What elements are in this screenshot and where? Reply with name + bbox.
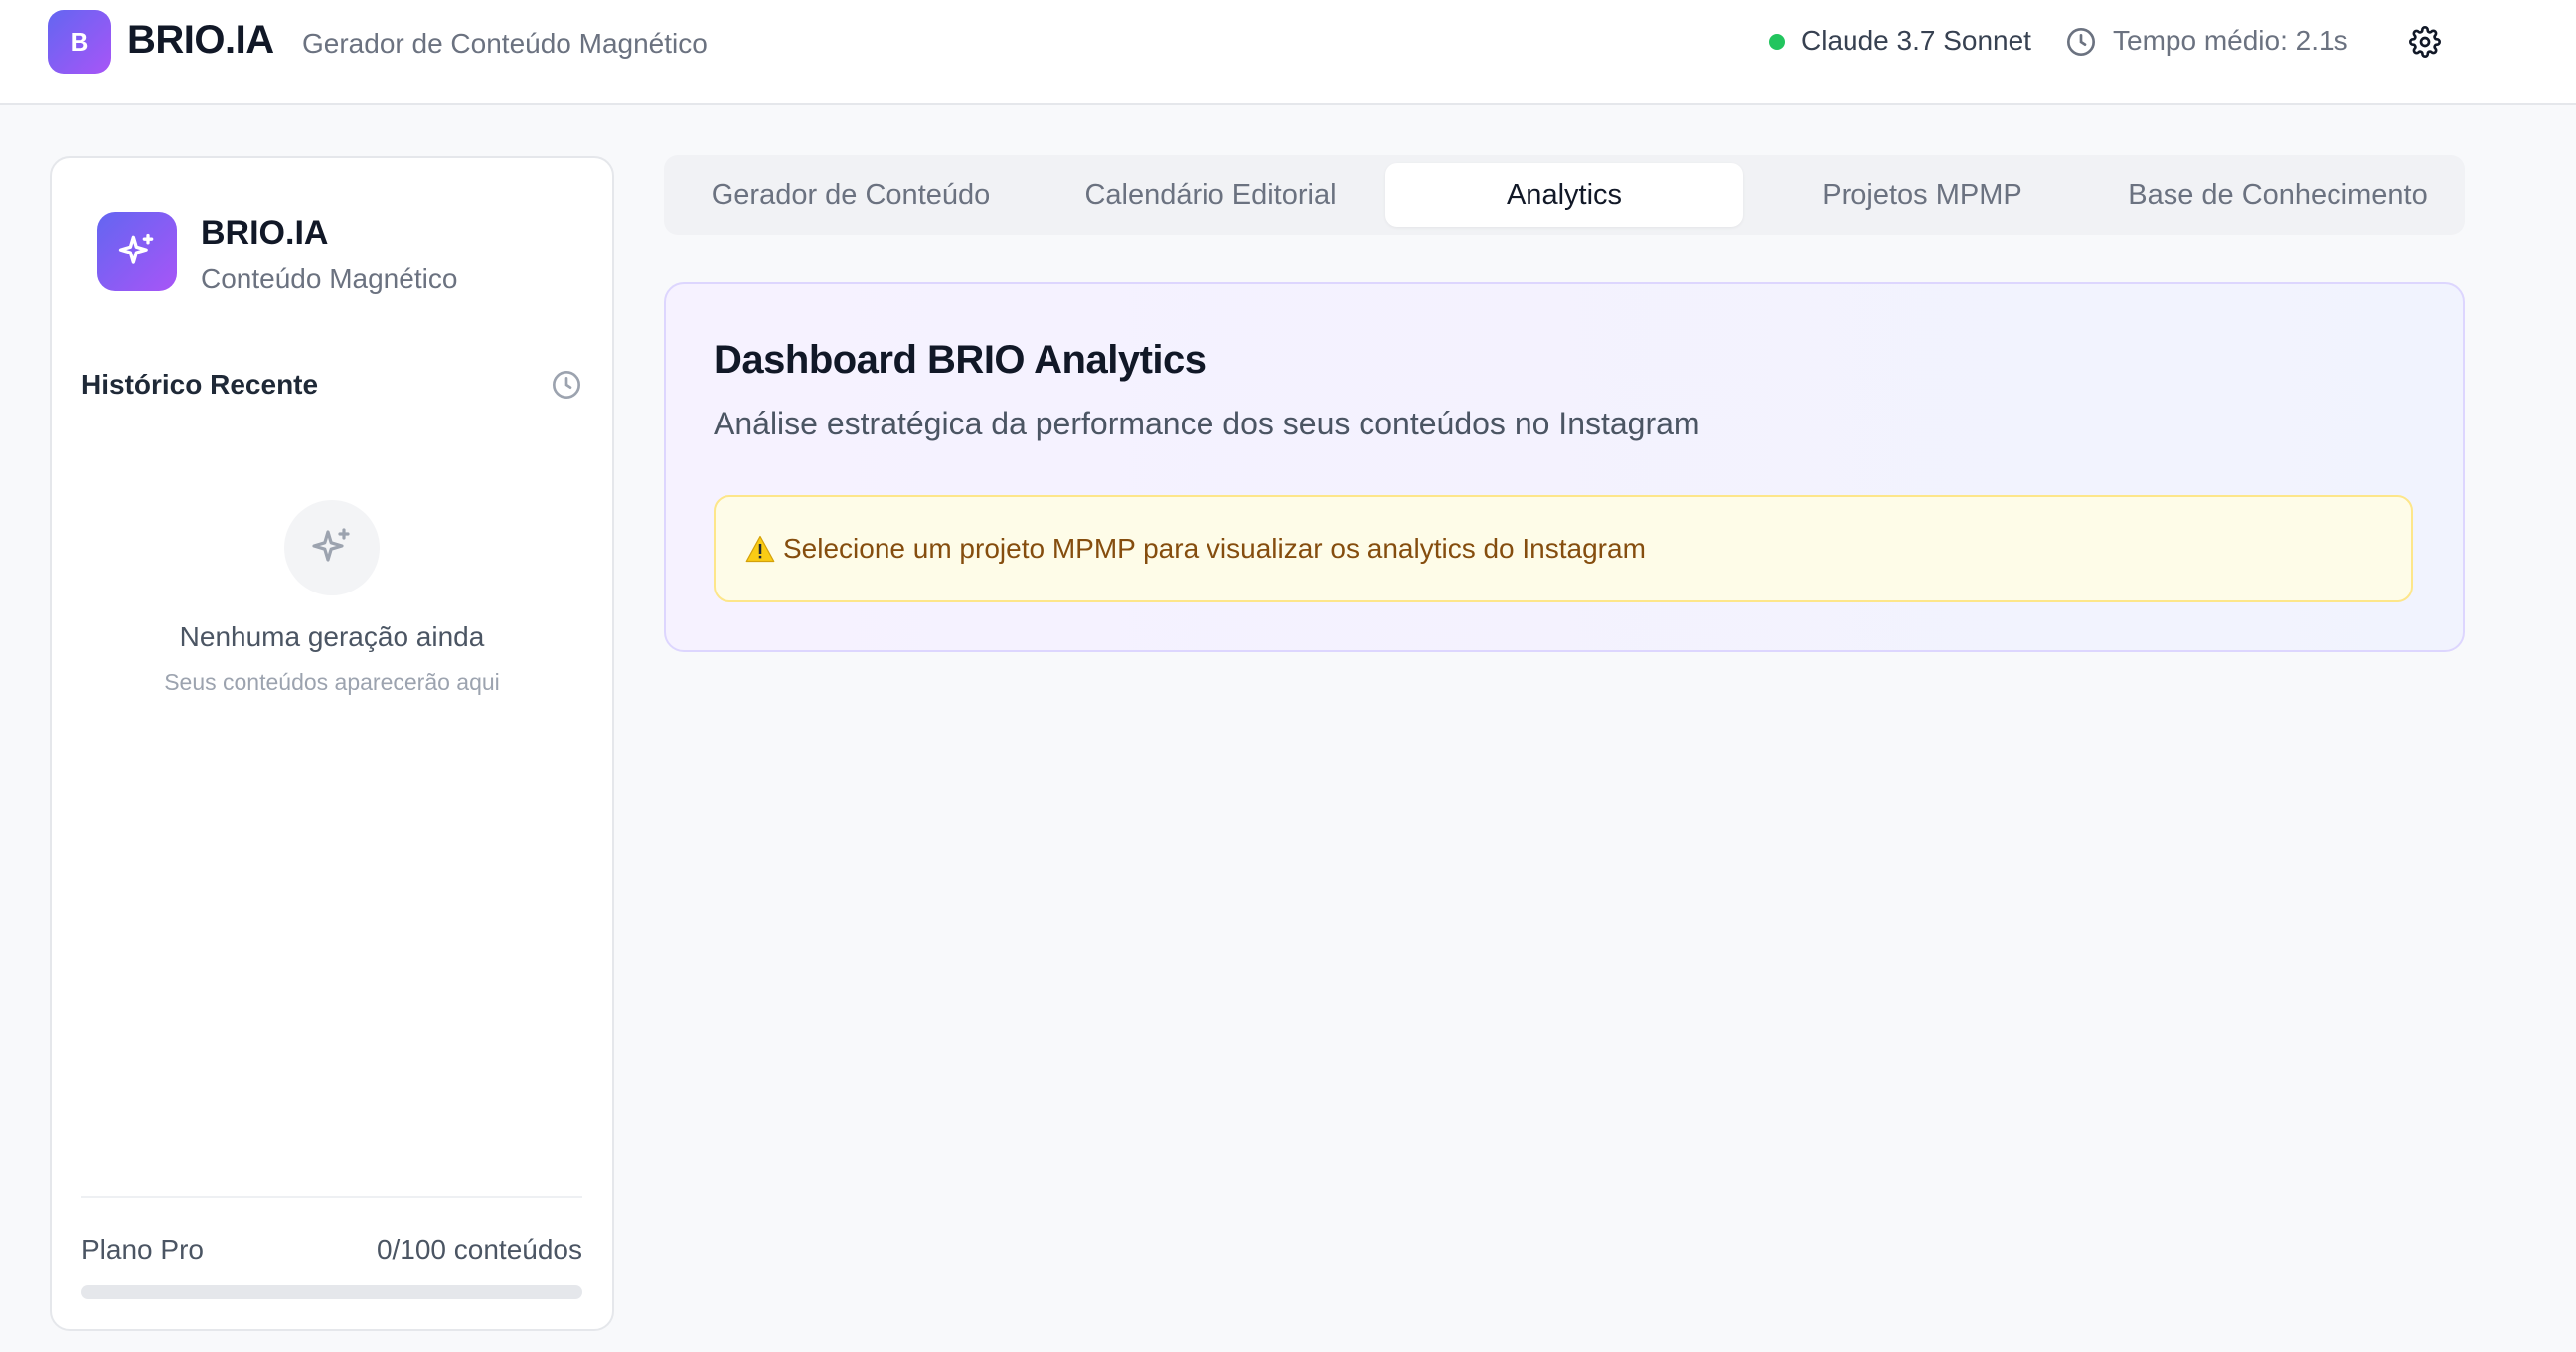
logo-letter: B bbox=[70, 26, 89, 57]
tab-projetos-mpmp[interactable]: Projetos MPMP bbox=[1743, 163, 2101, 227]
analytics-dashboard-card: Dashboard BRIO Analytics Análise estraté… bbox=[664, 282, 2465, 652]
plan-progress-bar bbox=[81, 1285, 582, 1299]
dashboard-subtitle: Análise estratégica da performance dos s… bbox=[714, 406, 1700, 441]
warning-icon bbox=[745, 535, 775, 563]
logo-badge[interactable]: B bbox=[48, 10, 111, 74]
sidebar-brand: BRIO.IA bbox=[201, 214, 329, 252]
top-header: B BRIO.IA Gerador de Conteúdo Magnético … bbox=[0, 0, 2576, 105]
clock-icon bbox=[2067, 28, 2095, 56]
brand-name[interactable]: BRIO.IA bbox=[127, 18, 274, 63]
tab-base-de-conhecimento[interactable]: Base de Conhecimento bbox=[2099, 163, 2457, 227]
plan-usage: 0/100 conteúdos bbox=[376, 1234, 582, 1265]
history-clock-icon[interactable] bbox=[551, 369, 582, 401]
average-time: Tempo médio: 2.1s bbox=[2113, 25, 2348, 56]
sidebar-subtitle: Conteúdo Magnético bbox=[201, 263, 458, 294]
plan-label: Plano Pro bbox=[81, 1234, 204, 1265]
sparkles-icon bbox=[118, 233, 154, 264]
settings-gear-icon[interactable] bbox=[2409, 26, 2441, 58]
tab-calendario-editorial[interactable]: Calendário Editorial bbox=[1032, 163, 1389, 227]
dashboard-title: Dashboard BRIO Analytics bbox=[714, 338, 1207, 382]
divider bbox=[81, 1196, 582, 1198]
model-status-dot bbox=[1769, 34, 1785, 50]
alert-message: Selecione um projeto MPMP para visualiza… bbox=[783, 533, 1646, 564]
tab-gerador-de-conteudo[interactable]: Gerador de Conteúdo bbox=[672, 163, 1030, 227]
tab-analytics[interactable]: Analytics bbox=[1385, 163, 1743, 227]
sidebar: BRIO.IA Conteúdo Magnético Histórico Rec… bbox=[50, 156, 614, 1331]
main-tabs: Gerador de Conteúdo Calendário Editorial… bbox=[664, 155, 2465, 235]
model-name: Claude 3.7 Sonnet bbox=[1801, 25, 2031, 56]
empty-state-icon-circle bbox=[284, 500, 380, 595]
empty-state-subtitle: Seus conteúdos aparecerão aqui bbox=[164, 669, 500, 695]
sidebar-logo bbox=[97, 212, 177, 291]
sparkles-icon bbox=[312, 528, 350, 562]
brand-tagline: Gerador de Conteúdo Magnético bbox=[302, 28, 708, 59]
select-project-alert: Selecione um projeto MPMP para visualiza… bbox=[714, 495, 2413, 602]
empty-state-title: Nenhuma geração ainda bbox=[179, 621, 485, 652]
history-title: Histórico Recente bbox=[81, 369, 319, 400]
